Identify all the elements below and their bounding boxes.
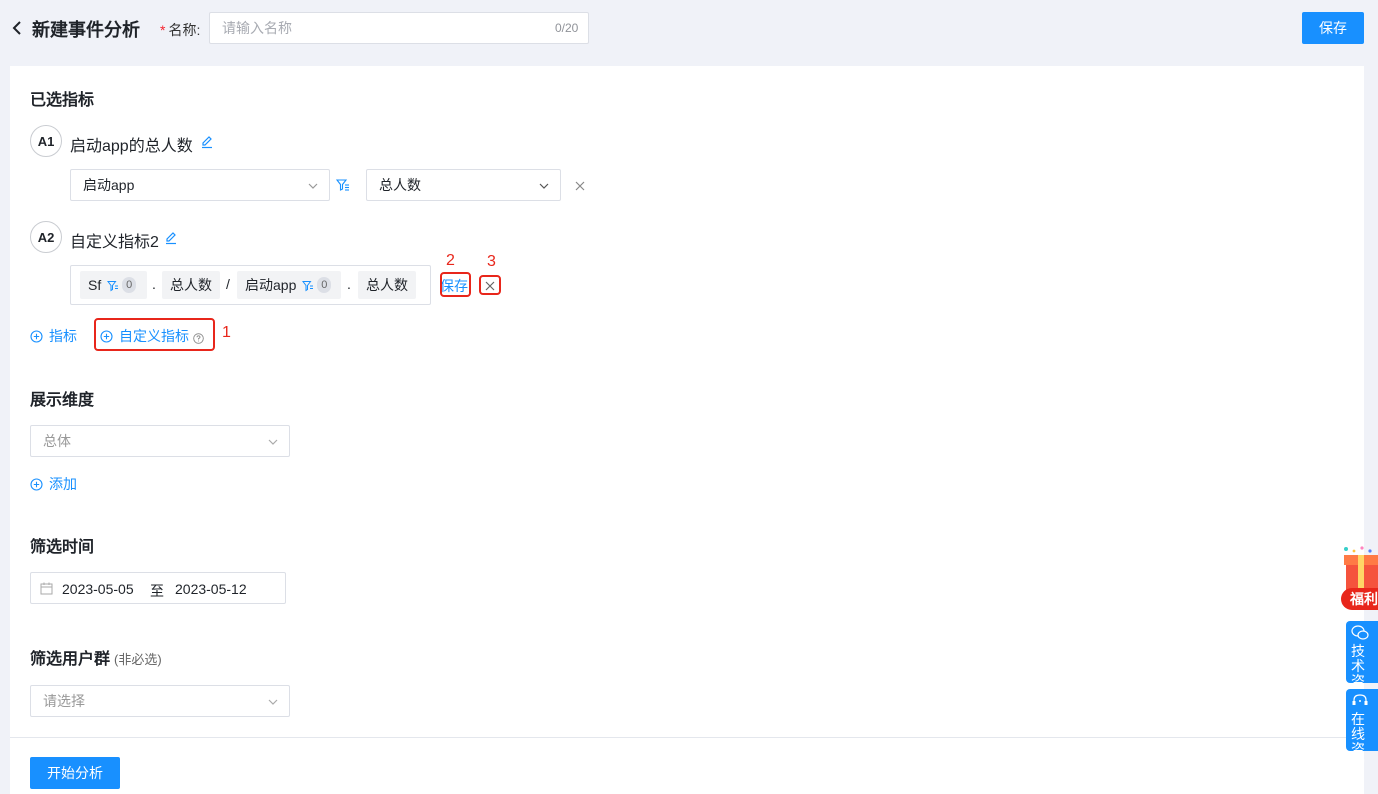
- footer-divider: [10, 737, 1364, 738]
- formula-token-text: 启动app: [245, 277, 297, 293]
- dimension-section-title: 展示维度: [30, 392, 95, 409]
- user-group-title-text: 筛选用户群: [30, 651, 111, 668]
- gift-icon: [1344, 546, 1378, 591]
- dimension-select[interactable]: 总体: [30, 425, 290, 457]
- metric-name-a1: 启动app的总人数: [70, 138, 193, 155]
- annotation-box-2: [440, 272, 471, 297]
- measure-select-a1[interactable]: 总人数: [366, 169, 561, 201]
- save-button[interactable]: 保存: [1302, 12, 1364, 44]
- metric-badge-a2: A2: [30, 221, 62, 253]
- analysis-config-panel: 已选指标 A1 启动app的总人数 启动app 总人数 A2 自定义指标2 Sf: [10, 66, 1364, 794]
- name-char-counter: 0/20: [555, 21, 579, 35]
- optional-note: (非必选): [114, 652, 162, 667]
- online-consult-line1: 在线: [1351, 711, 1365, 742]
- start-analysis-button[interactable]: 开始分析: [30, 757, 120, 789]
- user-group-section-title: 筛选用户群 (非必选): [30, 645, 162, 669]
- formula-operator: .: [347, 276, 351, 292]
- annotation-box-1: [94, 318, 215, 351]
- wechat-icon: [1351, 625, 1369, 641]
- formula-operator: .: [152, 276, 156, 292]
- name-label: * 名称:: [160, 20, 200, 40]
- filter-count-badge: 0: [317, 277, 332, 293]
- metric-name-a2: 自定义指标2: [70, 234, 159, 251]
- dimension-select-value: 总体: [43, 433, 71, 449]
- chevron-down-icon: [538, 179, 550, 191]
- add-metric-label: 指标: [49, 328, 77, 344]
- headset-icon: [1351, 693, 1369, 709]
- user-group-select[interactable]: 请选择: [30, 685, 290, 717]
- date-separator: 至: [150, 583, 164, 599]
- event-select-value: 启动app: [83, 177, 135, 193]
- custom-metric-formula-editor[interactable]: Sf 0 . 总人数 / 启动app 0 . 总人数: [70, 265, 431, 305]
- date-start[interactable]: 2023-05-05: [62, 581, 134, 597]
- annotation-number-2: 2: [446, 252, 455, 269]
- filter-count-badge: 0: [122, 277, 137, 293]
- add-circle-icon: [30, 329, 43, 343]
- welfare-label[interactable]: 福利: [1341, 588, 1378, 610]
- formula-token-measure[interactable]: 总人数: [162, 271, 220, 299]
- back-arrow-icon[interactable]: [10, 20, 24, 36]
- date-range-picker[interactable]: 2023-05-05 至 2023-05-12: [30, 572, 286, 604]
- annotation-number-1: 1: [222, 324, 231, 341]
- required-mark: *: [160, 22, 166, 38]
- formula-token-text: Sf: [88, 277, 102, 293]
- metric-badge-a1: A1: [30, 125, 62, 157]
- online-consult-button[interactable]: 在线 咨询: [1346, 689, 1378, 772]
- chevron-down-icon: [267, 695, 279, 707]
- page-title: 新建事件分析: [32, 20, 140, 40]
- measure-select-value: 总人数: [379, 177, 421, 193]
- name-input[interactable]: [209, 12, 589, 44]
- event-select-a1[interactable]: 启动app: [70, 169, 330, 201]
- name-label-text: 名称:: [168, 22, 201, 38]
- add-dimension-link[interactable]: 添加: [30, 474, 77, 494]
- chevron-down-icon: [307, 179, 319, 191]
- time-section-title: 筛选时间: [30, 539, 95, 556]
- edit-icon[interactable]: [164, 231, 178, 245]
- chevron-down-icon: [267, 435, 279, 447]
- formula-token-text: 总人数: [366, 277, 408, 293]
- edit-icon[interactable]: [200, 135, 214, 149]
- remove-metric-icon[interactable]: [574, 179, 586, 191]
- date-end[interactable]: 2023-05-12: [175, 581, 247, 597]
- filter-icon[interactable]: [302, 279, 314, 292]
- add-circle-icon: [30, 477, 43, 491]
- selected-metrics-title: 已选指标: [30, 92, 95, 109]
- tech-consult-line1: 技术: [1351, 643, 1365, 674]
- formula-token-event[interactable]: Sf 0: [80, 271, 147, 299]
- filter-icon[interactable]: [107, 279, 119, 292]
- formula-token-text: 总人数: [170, 277, 212, 293]
- add-metric-link[interactable]: 指标: [30, 326, 77, 346]
- online-consult-line2: 咨询: [1351, 741, 1365, 772]
- formula-token-measure[interactable]: 总人数: [358, 271, 416, 299]
- add-dimension-label: 添加: [49, 476, 77, 492]
- calendar-icon: [40, 582, 53, 595]
- user-group-placeholder: 请选择: [43, 693, 85, 709]
- formula-operator: /: [226, 276, 230, 292]
- tech-consult-button[interactable]: 技术 咨询: [1346, 621, 1378, 704]
- filter-icon[interactable]: [335, 178, 350, 192]
- formula-token-event[interactable]: 启动app 0: [237, 271, 341, 299]
- page-header: 新建事件分析 *名称: 0/20 保存: [0, 0, 1378, 56]
- annotation-number-3: 3: [487, 253, 496, 270]
- annotation-box-3: [479, 275, 501, 295]
